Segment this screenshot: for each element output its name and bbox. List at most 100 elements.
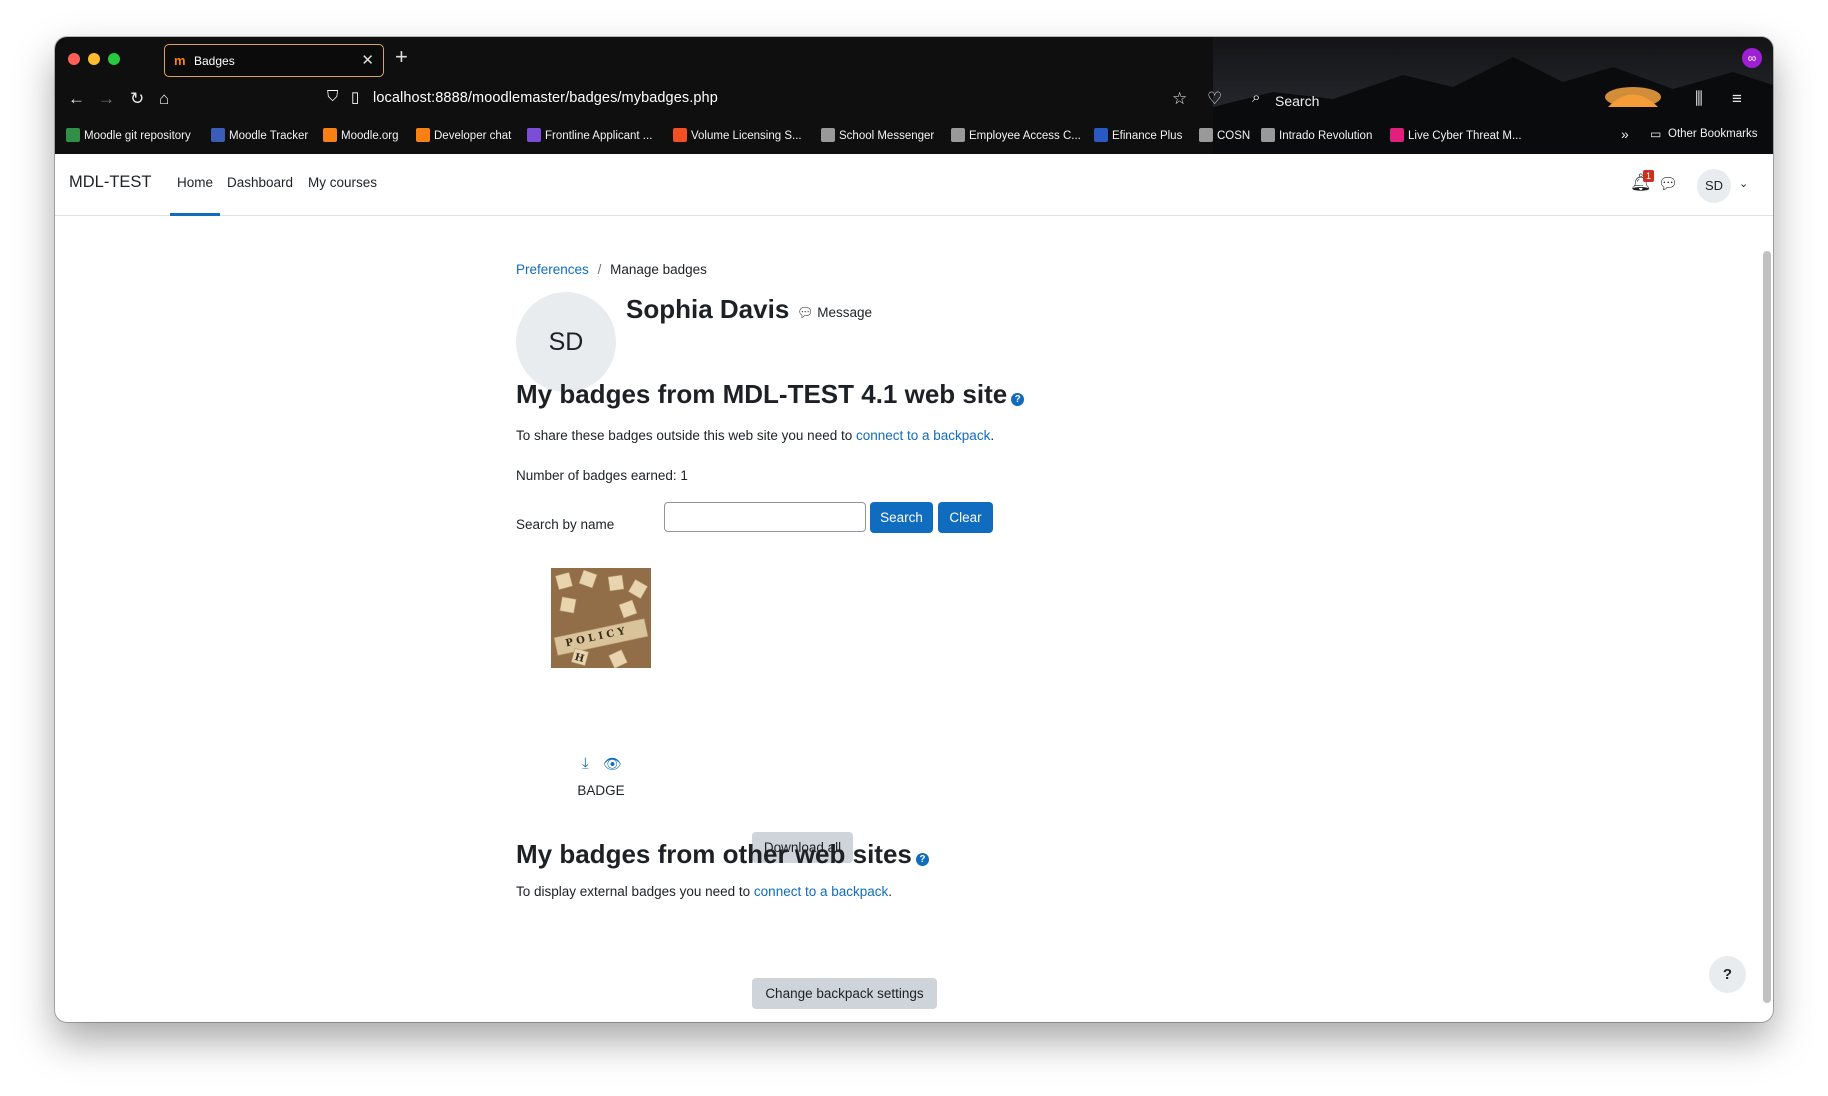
- bookmark-item[interactable]: Developer chat: [416, 128, 511, 142]
- help-icon[interactable]: ?: [915, 853, 929, 866]
- bookmark-label: Moodle.org: [341, 130, 399, 142]
- new-tab-button[interactable]: +: [395, 44, 408, 70]
- bookmark-item[interactable]: School Messenger: [821, 128, 934, 142]
- user-avatar: SD: [516, 292, 616, 392]
- url-bar[interactable]: ⛉ ▯ localhost:8888/moodlemaster/badges/m…: [317, 84, 1397, 114]
- view-badge-icon[interactable]: 👁︎: [603, 755, 622, 773]
- profile-extension-icon[interactable]: ∞: [1742, 48, 1762, 68]
- frontline-icon: [527, 128, 541, 142]
- message-button[interactable]: 💬︎ Message: [797, 305, 872, 321]
- breadcrumb-separator: /: [597, 262, 602, 277]
- menu-icon[interactable]: ≡: [1732, 89, 1742, 109]
- section-heading-site-badges: My badges from MDL-TEST 4.1 web site?: [516, 379, 1025, 410]
- bookmark-label: Moodle Tracker: [229, 130, 309, 142]
- bookmark-item[interactable]: Intrado Revolution: [1261, 128, 1372, 142]
- notification-count-badge: 1: [1643, 170, 1655, 182]
- search-button[interactable]: Search: [870, 502, 933, 533]
- chat-bubble-icon: 💬︎: [797, 305, 814, 320]
- back-icon[interactable]: ←: [68, 89, 85, 109]
- badge-search-input[interactable]: [664, 502, 866, 532]
- search-icon: ⌕: [1252, 89, 1261, 106]
- bookmark-item[interactable]: Employee Access C...: [951, 128, 1081, 142]
- browser-toolbar: m Badges ✕ + ← → ↻ ⌂ ☆ ♡ ⫼ ≡ ⛉ ▯ localho…: [55, 37, 1773, 154]
- nav-dashboard[interactable]: Dashboard: [227, 175, 293, 190]
- bookmark-item[interactable]: Volume Licensing S...: [673, 128, 802, 142]
- share-end: .: [990, 428, 995, 443]
- moodle-icon: [416, 128, 430, 142]
- bookmark-item[interactable]: Moodle Tracker: [211, 128, 308, 142]
- share-text: To share these badges outside this web s…: [516, 428, 856, 443]
- page-help-button[interactable]: ?: [1709, 956, 1746, 993]
- moodle-favicon-icon: m: [174, 53, 186, 68]
- bookmark-label: School Messenger: [839, 130, 935, 142]
- globe-icon: [821, 128, 835, 142]
- change-backpack-settings-button[interactable]: Change backpack settings: [752, 978, 937, 1009]
- user-fullname: Sophia Davis: [626, 294, 790, 324]
- external-badges-instructions: To display external badges you need to c…: [516, 884, 892, 899]
- bookmark-item[interactable]: Frontline Applicant ...: [527, 128, 652, 142]
- help-icon[interactable]: ?: [1011, 393, 1025, 406]
- tab-title: Badges: [194, 54, 235, 68]
- page-icon: ▯: [351, 89, 360, 106]
- external-end: .: [888, 884, 893, 899]
- message-label: Message: [817, 305, 873, 320]
- bookmarks-toolbar: Moodle git repository Moodle Tracker Moodl…: [55, 119, 1773, 147]
- browser-window: m Badges ✕ + ← → ↻ ⌂ ☆ ♡ ⫼ ≡ ⛉ ▯ localho…: [55, 37, 1773, 1022]
- threat-map-icon: [1390, 128, 1404, 142]
- tab-badges[interactable]: m Badges ✕: [164, 44, 384, 77]
- bookmark-label: COSN: [1217, 130, 1251, 142]
- minimize-window-button[interactable]: [88, 53, 100, 65]
- home-icon[interactable]: ⌂: [159, 89, 169, 109]
- bookmark-item[interactable]: Efinance Plus: [1094, 128, 1182, 142]
- search-by-name-label: Search by name: [516, 517, 615, 532]
- other-bookmarks[interactable]: Other Bookmarks: [1668, 128, 1757, 140]
- bookmark-label: Frontline Applicant ...: [545, 130, 653, 142]
- moodle-tracker-icon: [211, 128, 225, 142]
- other-bookmarks-folder-icon: ▭: [1650, 127, 1662, 141]
- nav-my-courses[interactable]: My courses: [308, 175, 377, 190]
- user-menu-chevron-icon[interactable]: ⌄: [1739, 177, 1748, 190]
- search-box[interactable]: Search: [1275, 93, 1319, 109]
- bookmark-label: Volume Licensing S...: [691, 130, 802, 142]
- user-menu-avatar[interactable]: SD: [1697, 169, 1731, 203]
- section-heading-other-badges: My badges from other web sites?: [516, 839, 929, 870]
- connect-backpack-link[interactable]: connect to a backpack: [856, 428, 990, 443]
- close-tab-icon[interactable]: ✕: [361, 51, 374, 69]
- badges-count: Number of badges earned: 1: [516, 468, 688, 483]
- bookmark-item[interactable]: COSN: [1199, 128, 1250, 142]
- page-scrollbar[interactable]: [1763, 251, 1771, 1003]
- bookmark-label: Employee Access C...: [969, 130, 1081, 142]
- bookmark-item[interactable]: Moodle git repository: [66, 128, 191, 142]
- breadcrumb-preferences[interactable]: Preferences: [516, 262, 589, 277]
- more-bookmarks-icon[interactable]: »: [1621, 126, 1629, 142]
- reload-icon[interactable]: ↻: [130, 89, 144, 109]
- clear-button[interactable]: Clear: [938, 502, 993, 533]
- share-instructions: To share these badges outside this web s…: [516, 428, 994, 443]
- globe-icon: [951, 128, 965, 142]
- nav-home[interactable]: Home: [177, 175, 213, 190]
- bookmark-label: Moodle git repository: [84, 130, 191, 142]
- close-window-button[interactable]: [68, 53, 80, 65]
- efinance-icon: [1094, 128, 1108, 142]
- main-content: Preferences / Manage badges SD Sophia Da…: [55, 215, 1773, 1022]
- moodle-icon: [323, 128, 337, 142]
- connect-backpack-link-2[interactable]: connect to a backpack: [754, 884, 888, 899]
- microsoft-icon: [673, 128, 687, 142]
- bookmark-label: Developer chat: [434, 130, 512, 142]
- zoom-window-button[interactable]: [108, 53, 120, 65]
- bookmark-label: Live Cyber Threat M...: [1408, 130, 1522, 142]
- git-icon: [66, 128, 80, 142]
- forward-icon[interactable]: →: [98, 89, 115, 109]
- section-heading-other-badges-text: My badges from other web sites: [516, 839, 912, 869]
- library-icon[interactable]: ⫼: [1695, 89, 1703, 109]
- bookmark-item[interactable]: Moodle.org: [323, 128, 399, 142]
- bookmark-item[interactable]: Live Cyber Threat M...: [1390, 128, 1522, 142]
- messages-icon[interactable]: 💬︎: [1658, 174, 1678, 194]
- site-brand[interactable]: MDL-TEST: [69, 173, 152, 192]
- badge-image[interactable]: P O L I C Y H: [551, 568, 651, 668]
- badge-name: BADGE: [577, 783, 625, 798]
- bookmark-label: Intrado Revolution: [1279, 130, 1373, 142]
- site-navbar: MDL-TEST Home Dashboard My courses 🔔︎ 1 …: [55, 154, 1773, 216]
- globe-icon: [1261, 128, 1275, 142]
- download-badge-icon[interactable]: ⤓: [582, 755, 589, 772]
